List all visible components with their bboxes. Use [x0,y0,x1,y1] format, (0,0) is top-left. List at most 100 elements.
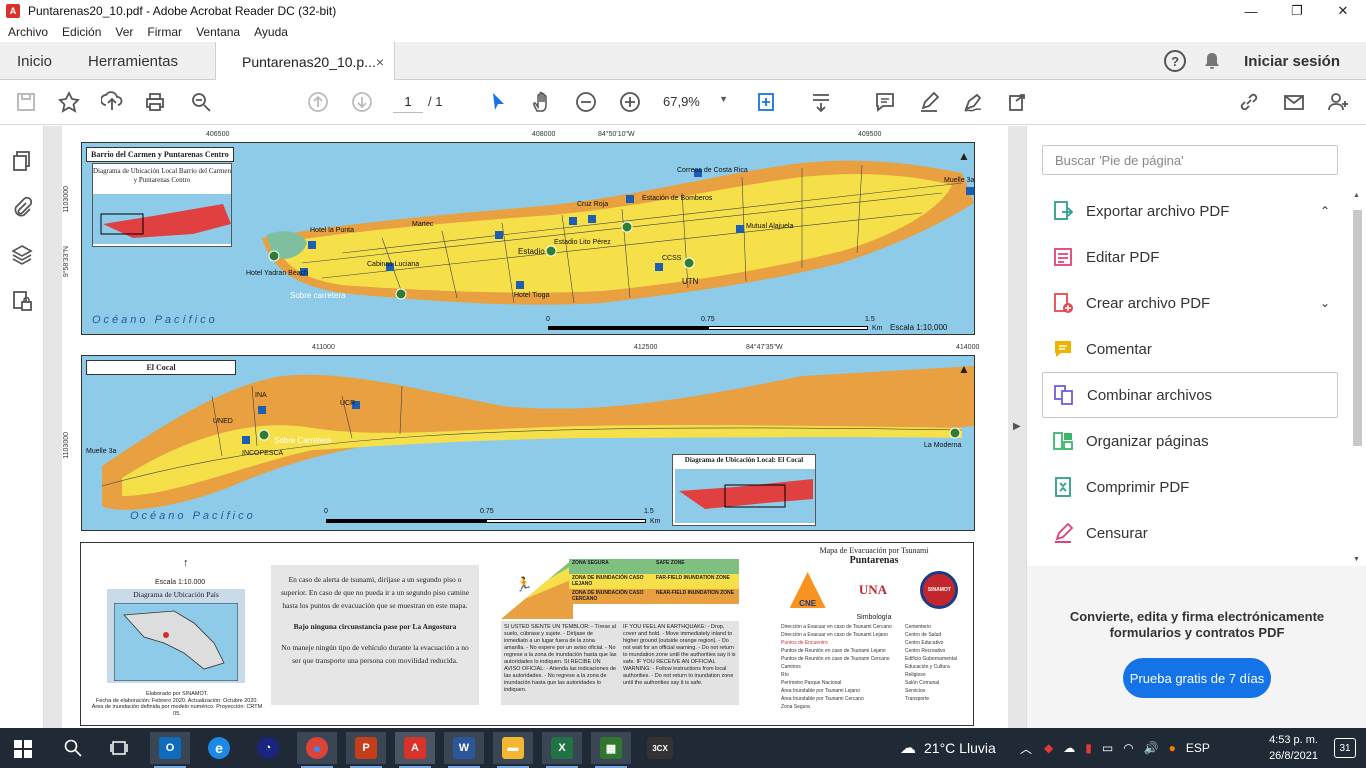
tool-comment[interactable]: Comentar [1042,326,1338,372]
scroll-down-icon[interactable]: ▼ [1353,556,1360,563]
maximize-button[interactable]: ❐ [1274,0,1320,22]
app-tray-icon[interactable]: ▮ [1085,741,1092,755]
tool-export-pdf[interactable]: Exportar archivo PDF ⌃ [1042,188,1338,234]
taskbar-word[interactable]: W [444,732,484,768]
bookmark-star-icon[interactable] [57,90,81,114]
comment-icon[interactable] [873,90,897,114]
task-view-icon[interactable] [110,739,128,757]
taskbar-acrobat[interactable]: A [395,732,435,768]
tool-compress-pdf-label: Comprimir PDF [1086,478,1190,496]
menu-ayuda[interactable]: Ayuda [254,25,288,39]
chevron-up-icon[interactable]: ⌃ [1320,204,1330,218]
taskbar-explorer[interactable]: ▬ [493,732,533,768]
add-user-icon[interactable] [1326,90,1350,114]
layers-icon[interactable] [11,243,33,265]
show-hidden-icons-icon[interactable]: ︿ [1020,740,1032,757]
tool-combine-files[interactable]: Combinar archivos [1042,372,1338,418]
symbol-row: Perímetro Parque Nacional [781,680,842,686]
tool-combine-files-label: Combinar archivos [1087,386,1213,404]
taskbar-chrome[interactable]: ● [297,732,337,768]
taskbar-outlook[interactable]: O [150,732,190,768]
tray-extra-icon[interactable]: ● [1169,741,1176,755]
attachment-clip-icon[interactable] [11,196,33,218]
page-thumbnails-icon[interactable] [11,150,33,172]
hand-tool-icon[interactable] [530,90,554,114]
help-icon[interactable]: ? [1164,50,1187,72]
zoom-dropdown[interactable]: 67,9% ▼ [663,94,728,109]
tool-edit-pdf-label: Editar PDF [1086,248,1160,266]
tab-close-icon[interactable]: × [376,54,384,70]
menu-ventana[interactable]: Ventana [196,25,240,39]
tools-search-input[interactable]: Buscar 'Pie de página' [1042,145,1338,175]
notification-center-icon[interactable]: 31 [1334,738,1356,758]
zone-near-es: ZONA DE INUNDACIÓN CASO CERCANO [572,590,644,602]
scroll-mode-icon[interactable] [809,90,833,114]
free-trial-button[interactable]: Prueba gratis de 7 días [1123,658,1271,698]
fill-sign-icon[interactable] [961,90,985,114]
taskbar-ie[interactable]: e [199,732,239,764]
clock[interactable]: 4:53 p. m. 26/8/2021 [1269,732,1318,764]
cloud-icon[interactable]: ☁ [1063,741,1075,755]
volume-icon[interactable]: 🔊 [1144,741,1159,755]
select-cursor-icon[interactable] [486,90,510,114]
tool-create-pdf[interactable]: Crear archivo PDF ⌄ [1042,280,1338,326]
tool-compress-pdf[interactable]: Comprimir PDF [1042,464,1338,510]
tab-document[interactable]: Puntarenas20_10.p... × [215,42,395,81]
taskbar-3cx[interactable]: 3CX [640,732,680,764]
taskbar-app[interactable]: ◔ [248,732,288,764]
export-pdf-icon [1054,201,1074,220]
tool-edit-pdf[interactable]: Editar PDF [1042,234,1338,280]
previous-page-icon[interactable] [306,90,330,114]
chevron-down-icon[interactable]: ⌄ [1320,296,1330,310]
tool-organize-pages[interactable]: Organizar páginas [1042,418,1338,464]
zoom-in-icon[interactable] [618,90,642,114]
language-indicator[interactable]: ESP [1186,741,1210,755]
fit-page-icon[interactable] [755,90,779,114]
collapse-right-panel-icon[interactable]: ▶ [1013,421,1021,432]
taskbar-project[interactable]: ▦ [591,732,631,768]
label-hotel-tioga: Hotel Tioga [514,292,550,299]
taskbar-powerpoint[interactable]: P [346,732,386,768]
next-page-icon[interactable] [350,90,374,114]
close-window-button[interactable]: ✕ [1320,0,1366,22]
tools-scrollbar[interactable]: ▲ ▼ [1351,186,1363,570]
notification-bell-icon[interactable] [1204,52,1220,70]
highlight-pen-icon[interactable] [917,90,941,114]
sign-in-button[interactable]: Iniciar sesión [1244,53,1340,70]
coord-top-2-2: 84°47'35"W [746,344,783,351]
zoom-out-icon[interactable] [574,90,598,114]
document-lock-icon[interactable] [11,290,33,312]
windows-start-icon[interactable] [14,740,32,758]
wifi-icon[interactable]: ◠ [1123,741,1133,755]
label-muelle-2: Muelle 3a [86,448,117,455]
symbol-row: Cementerio [905,624,931,630]
tool-comment-label: Comentar [1086,340,1152,358]
page-number-input[interactable]: 1 [393,91,423,113]
menu-edicion[interactable]: Edición [62,25,101,39]
share-sign-icon[interactable] [1005,90,1029,114]
word-icon: W [453,737,475,759]
scroll-thumb[interactable] [1353,210,1362,446]
menu-firmar[interactable]: Firmar [147,25,182,39]
menu-archivo[interactable]: Archivo [8,25,48,39]
tab-tools[interactable]: Herramientas [88,42,178,80]
upload-share-icon[interactable] [100,90,124,114]
search-zoom-icon[interactable] [189,90,213,114]
menu-ver[interactable]: Ver [115,25,133,39]
email-icon[interactable] [1282,90,1306,114]
search-icon[interactable] [64,739,82,757]
document-viewport[interactable]: Diagrama de Ubicación Local Barrio del C… [44,126,1026,728]
save-icon[interactable] [14,90,38,114]
weather-widget[interactable]: ☁ 21°C Lluvia [900,728,996,768]
tab-home[interactable]: Inicio [17,42,52,80]
shield-icon[interactable]: ◆ [1044,741,1053,755]
tool-redact[interactable]: Censurar [1042,510,1338,556]
excel-icon: X [551,737,573,759]
minimize-button[interactable]: — [1228,0,1274,22]
taskbar-excel[interactable]: X [542,732,582,768]
network-icon[interactable]: ▭ [1102,741,1113,755]
print-icon[interactable] [143,90,167,114]
link-icon[interactable] [1237,90,1261,114]
map-panel-el-cocal: El Cocal INA UCR UNED INCOPESCA Sobre Ca… [81,355,975,531]
scroll-up-icon[interactable]: ▲ [1353,192,1360,199]
